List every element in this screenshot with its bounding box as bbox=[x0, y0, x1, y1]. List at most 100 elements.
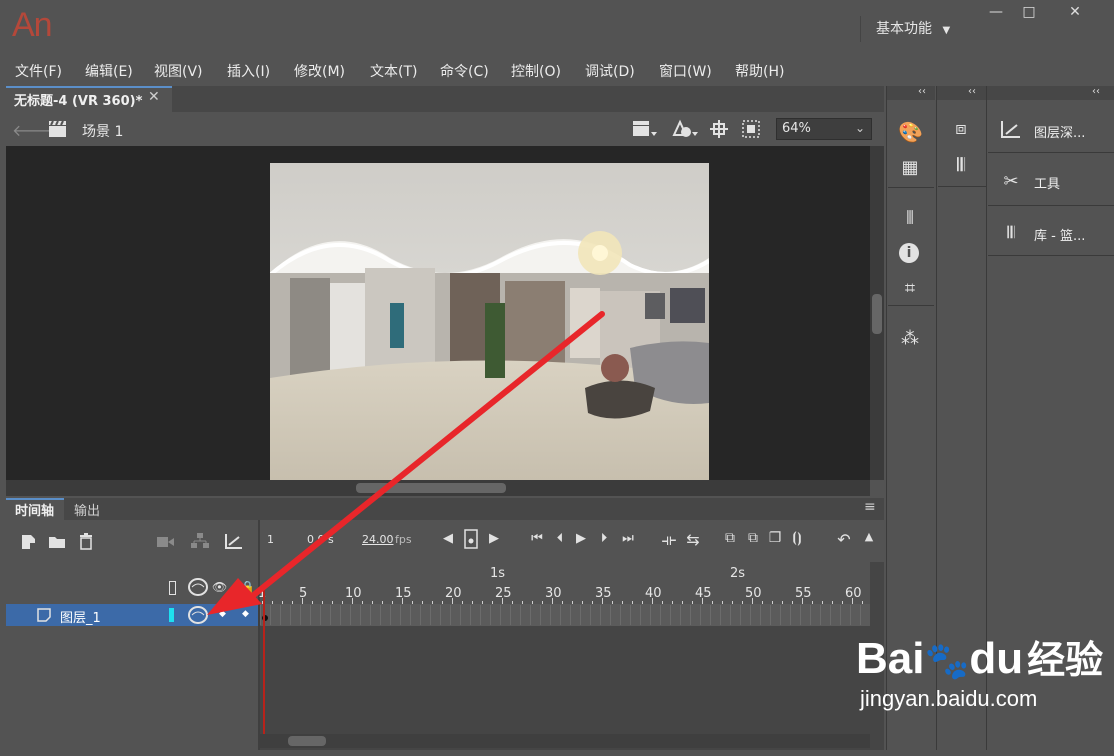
edit-symbols-icon[interactable] bbox=[672, 119, 698, 139]
onion-skin-outlines-icon[interactable]: ⧉ bbox=[744, 530, 762, 546]
play-icon[interactable]: ▶ bbox=[573, 531, 589, 546]
camera-icon[interactable] bbox=[157, 536, 175, 548]
layer-name[interactable]: 图层_1 bbox=[60, 607, 101, 626]
loop-icon[interactable]: ⇆ bbox=[683, 530, 703, 549]
scroll-thumb[interactable] bbox=[872, 294, 882, 334]
close-window-button[interactable]: ✕ bbox=[1062, 2, 1088, 24]
watermark-suffix: 经验 bbox=[1027, 640, 1104, 682]
center-stage-icon[interactable] bbox=[710, 120, 728, 138]
back-arrow-icon[interactable]: 🡐 bbox=[12, 120, 55, 140]
collapse-icon[interactable]: ▲ bbox=[861, 530, 877, 543]
new-layer-icon[interactable] bbox=[20, 534, 36, 550]
divider bbox=[938, 186, 986, 187]
outline-toggle-icon[interactable] bbox=[169, 581, 176, 595]
menu-help[interactable]: 帮助(H) bbox=[735, 61, 784, 81]
transform-icon[interactable]: ⌗ bbox=[898, 278, 922, 299]
playhead[interactable] bbox=[263, 590, 265, 740]
menu-commands[interactable]: 命令(C) bbox=[440, 61, 489, 81]
app-logo: An bbox=[12, 6, 53, 44]
lock-dot-icon[interactable]: ◆ bbox=[242, 609, 249, 619]
new-folder-icon[interactable] bbox=[48, 535, 66, 549]
menu-window[interactable]: 窗口(W) bbox=[659, 61, 712, 81]
stage-vertical-scrollbar[interactable] bbox=[870, 146, 884, 480]
workspace-switcher[interactable]: 基本功能 ▼ bbox=[876, 18, 950, 38]
step-forward-icon[interactable]: ⏵ bbox=[594, 531, 614, 546]
next-keyframe-icon[interactable]: ▶ bbox=[486, 531, 502, 546]
timeline-horizontal-scrollbar[interactable] bbox=[260, 734, 870, 748]
vr-layer-type-icon[interactable] bbox=[187, 578, 209, 596]
scroll-thumb[interactable] bbox=[356, 483, 506, 493]
panel-library-label: 库 - 篮... bbox=[1034, 229, 1086, 244]
collapse-panel-icon[interactable]: ‹‹ bbox=[1092, 86, 1100, 97]
scene-label[interactable]: 场景 1 bbox=[82, 121, 123, 141]
menu-control[interactable]: 控制(O) bbox=[511, 61, 561, 81]
menu-insert[interactable]: 插入(I) bbox=[227, 61, 270, 81]
visibility-eye-icon[interactable]: 👁 bbox=[212, 580, 227, 594]
align-icon[interactable]: ⫴ bbox=[898, 208, 922, 229]
modify-markers-icon[interactable]: ⦗⦘ bbox=[788, 530, 806, 546]
workspace-label: 基本功能 bbox=[876, 21, 932, 37]
lock-icon[interactable]: 🔒 bbox=[240, 580, 255, 594]
edit-multiple-frames-icon[interactable]: ❐ bbox=[766, 530, 784, 546]
maximize-button[interactable]: □ bbox=[1016, 2, 1042, 24]
library-icon[interactable]: 𝄃𝄃 bbox=[949, 155, 973, 176]
insert-keyframe-icon[interactable] bbox=[464, 529, 478, 549]
chevron-down-icon: ▼ bbox=[942, 25, 951, 36]
frame-cells bbox=[260, 605, 861, 625]
center-frame-icon[interactable]: ⟛ bbox=[659, 530, 679, 550]
layer-icon bbox=[37, 608, 51, 622]
trash-icon[interactable] bbox=[79, 533, 93, 550]
swatches-icon[interactable]: ▦ bbox=[898, 157, 922, 178]
menu-edit[interactable]: 编辑(E) bbox=[85, 61, 133, 81]
watermark-brand-2: du bbox=[969, 634, 1024, 683]
go-to-first-frame-icon[interactable]: ⏮ bbox=[527, 531, 547, 546]
onion-skin-icon[interactable]: ⧉ bbox=[721, 530, 739, 546]
current-time[interactable]: 0.0 s bbox=[307, 533, 334, 546]
panel-menu-icon[interactable]: ≡ bbox=[864, 499, 876, 515]
library-icon: 𝄃𝄃 bbox=[1007, 223, 1015, 242]
info-icon[interactable]: i bbox=[899, 243, 919, 263]
menu-file[interactable]: 文件(F) bbox=[15, 61, 62, 81]
layer-depth-icon bbox=[1001, 121, 1020, 138]
color-palette-icon[interactable]: 🎨 bbox=[898, 120, 923, 144]
divider bbox=[988, 152, 1114, 153]
panel-header bbox=[937, 86, 987, 100]
close-tab-icon[interactable]: ✕ bbox=[148, 89, 160, 105]
collapse-panel-icon[interactable]: ‹‹ bbox=[968, 86, 976, 97]
layer-parenting-icon[interactable] bbox=[191, 533, 209, 549]
edit-scene-icon[interactable] bbox=[632, 120, 658, 138]
timeline-tab-bar bbox=[6, 498, 884, 520]
baidu-watermark: Bai🐾du 经验 jingyan.baidu.com bbox=[856, 636, 1103, 712]
step-back-icon[interactable]: ⏴ bbox=[550, 531, 570, 546]
panel-tools-label: 工具 bbox=[1034, 177, 1061, 192]
visibility-dot-icon[interactable]: ◆ bbox=[219, 609, 226, 619]
zoom-value: 64% bbox=[782, 121, 811, 136]
layer-outline-color[interactable] bbox=[169, 608, 174, 622]
clip-content-icon[interactable] bbox=[742, 120, 760, 138]
3d-object-icon[interactable]: ⧈ bbox=[949, 118, 973, 139]
undo-icon[interactable]: ↶ bbox=[834, 530, 854, 549]
fps-value[interactable]: 24.00 bbox=[362, 533, 394, 546]
minimize-button[interactable]: — bbox=[983, 2, 1009, 24]
menu-debug[interactable]: 调试(D) bbox=[585, 61, 635, 81]
components-icon[interactable]: ⁂ bbox=[898, 328, 922, 349]
layer-depth-icon[interactable] bbox=[225, 533, 243, 549]
divider bbox=[988, 205, 1114, 206]
current-frame[interactable]: 1 bbox=[267, 533, 274, 546]
divider bbox=[988, 255, 1114, 256]
scroll-thumb[interactable] bbox=[288, 736, 326, 746]
tab-output[interactable]: 输出 bbox=[74, 500, 100, 519]
menu-modify[interactable]: 修改(M) bbox=[294, 61, 345, 81]
prev-keyframe-icon[interactable]: ◀ bbox=[440, 531, 456, 546]
tab-timeline-label: 时间轴 bbox=[15, 504, 55, 519]
go-to-last-frame-icon[interactable]: ⏭ bbox=[618, 531, 638, 546]
stage-horizontal-scrollbar[interactable] bbox=[6, 480, 870, 496]
menu-view[interactable]: 视图(V) bbox=[154, 61, 203, 81]
vr-layer-type-icon[interactable] bbox=[187, 606, 209, 624]
menu-text[interactable]: 文本(T) bbox=[370, 61, 417, 81]
paw-icon: 🐾 bbox=[924, 640, 970, 681]
stage-panorama-image[interactable] bbox=[270, 163, 709, 480]
collapse-panel-icon[interactable]: ‹‹ bbox=[918, 86, 926, 97]
tools-icon: ✂ bbox=[1003, 171, 1019, 192]
ruler-second-label: 2s bbox=[730, 566, 746, 581]
